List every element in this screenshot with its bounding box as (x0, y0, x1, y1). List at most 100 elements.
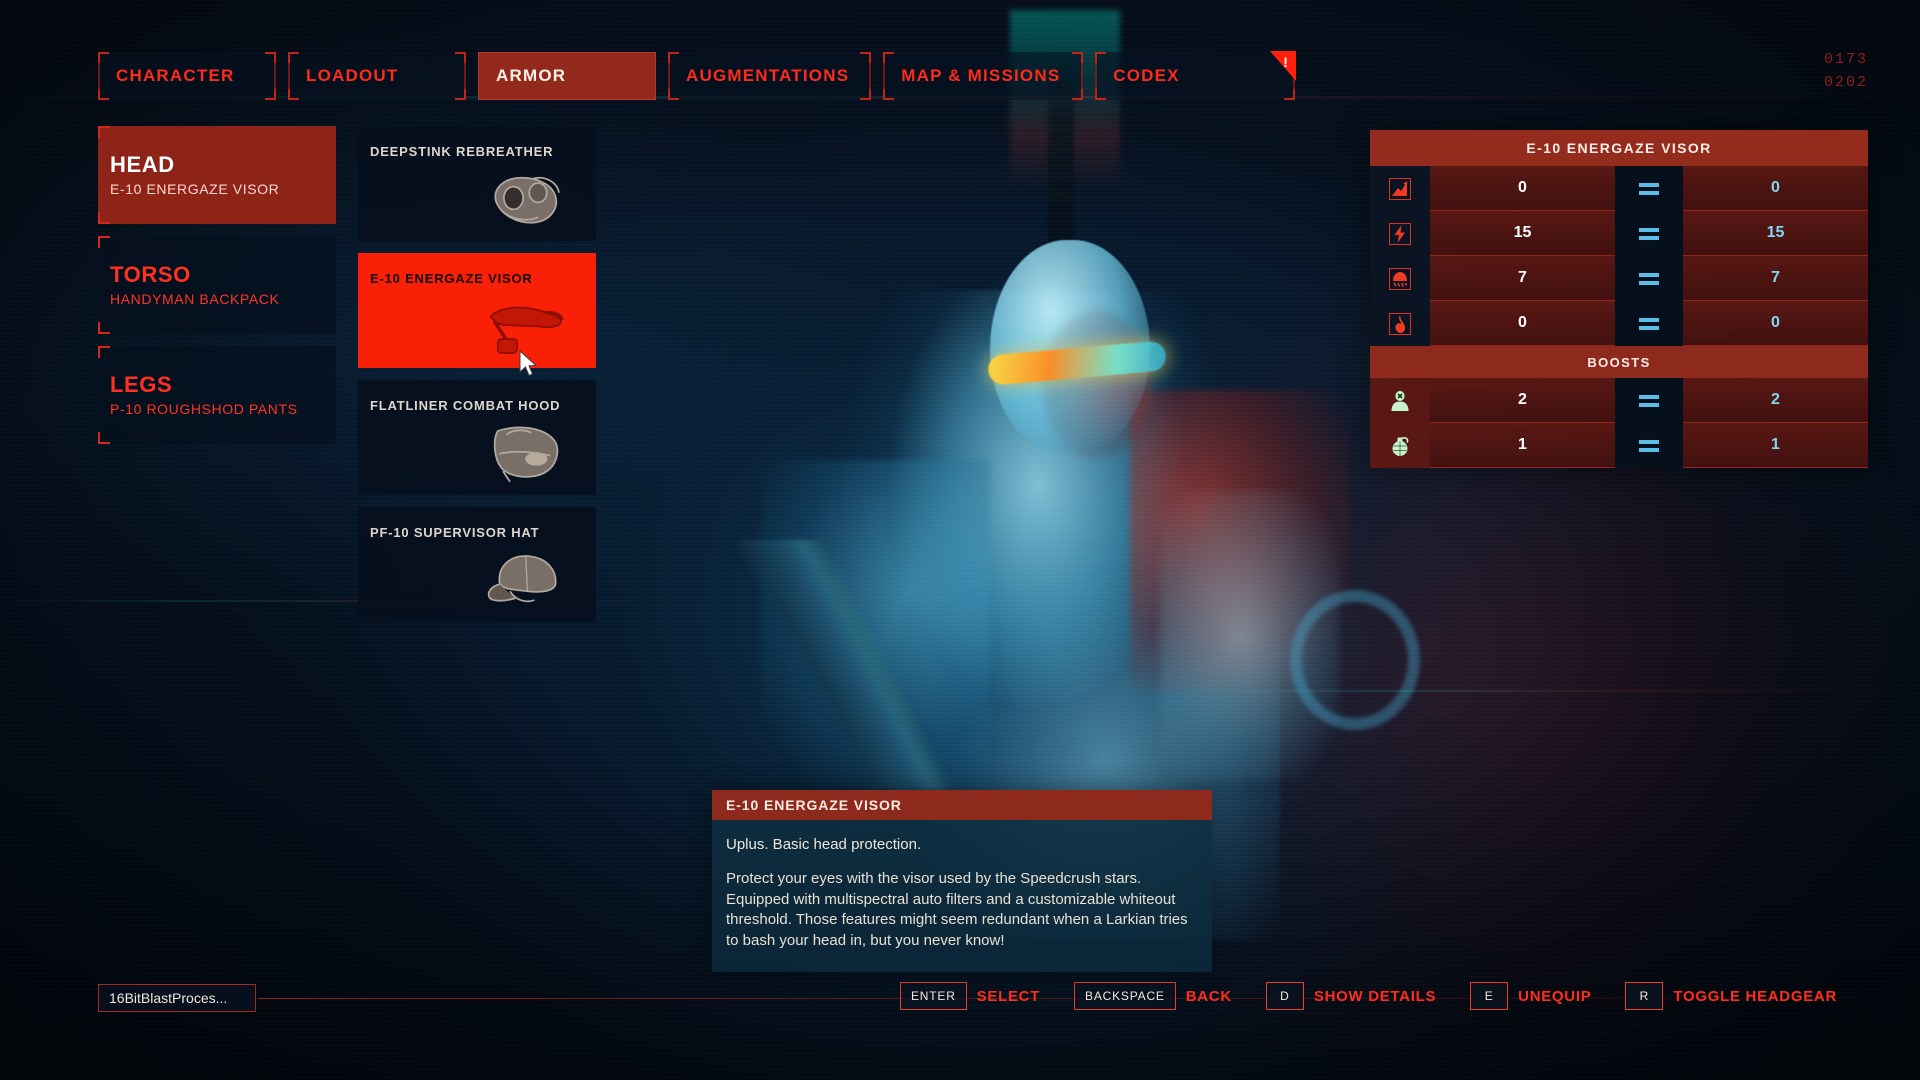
stat-value-current: 7 (1430, 256, 1615, 301)
stat-value-equipped: 0 (1683, 166, 1868, 211)
stats-rows: 0 0 15 15 7 7 0 0 BOOSTS 2 2 1 1 (1370, 166, 1868, 468)
stats-comparison-panel: E-10 ENERGAZE VISOR 0 0 15 15 7 7 0 0 BO… (1370, 130, 1868, 468)
slot-equipped-item: E-10 ENERGAZE VISOR (110, 181, 280, 198)
stats-panel-title: E-10 ENERGAZE VISOR (1370, 130, 1868, 166)
item-title: PF-10 SUPERVISOR HAT (370, 525, 540, 540)
stat-row-toxic: 7 7 (1370, 256, 1868, 301)
tab-augmentations[interactable]: AUGMENTATIONS (668, 52, 872, 100)
tab-armor[interactable]: ARMOR (478, 52, 656, 100)
profile-name: 16BitBlastProces... (109, 990, 228, 1006)
tab-character[interactable]: CHARACTER (98, 52, 276, 100)
keycap-backspace: BACKSPACE (1074, 982, 1176, 1010)
stat-value-equipped: 15 (1683, 211, 1868, 256)
tab-label: CHARACTER (116, 66, 235, 85)
profile-name-box[interactable]: 16BitBlastProces... (98, 984, 256, 1012)
armor-item-list: DEEPSTINK REBREATHER E-10 ENERGAZE VISOR… (358, 126, 596, 634)
anti-personnel-icon (1370, 378, 1430, 423)
boost-value-equipped: 2 (1683, 378, 1868, 423)
codex-alert-badge-icon: ! (1270, 51, 1297, 81)
hint-label: SHOW DETAILS (1313, 987, 1437, 1005)
slot-title: TORSO (110, 261, 191, 287)
tab-codex[interactable]: CODEX ! (1095, 51, 1297, 100)
stat-value-equipped: 0 (1683, 301, 1868, 346)
stat-row-electric: 15 15 (1370, 211, 1868, 256)
tab-map-and-missions[interactable]: MAP & MISSIONS (883, 52, 1084, 100)
keycap-d: D (1265, 982, 1304, 1010)
tab-label: CODEX (1113, 66, 1180, 85)
visor-icon (489, 306, 564, 354)
boosts-section-title: BOOSTS (1370, 346, 1868, 378)
footer-bar: 16BitBlastProces... ENTER SELECT BACKSPA… (0, 982, 1920, 1024)
hint-unequip[interactable]: E UNEQUIP (1470, 982, 1591, 1010)
electric-icon (1370, 211, 1430, 256)
item-detail-tooltip: E-10 ENERGAZE VISOR Uplus. Basic head pr… (712, 790, 1212, 972)
tab-loadout[interactable]: LOADOUT (288, 52, 466, 100)
item-card-deepstink-rebreather[interactable]: DEEPSTINK REBREATHER (358, 126, 596, 241)
item-title: FLATLINER COMBAT HOOD (370, 398, 561, 413)
hint-label: SELECT (976, 987, 1041, 1005)
counter-primary: 0173 (1823, 51, 1868, 68)
slot-title: LEGS (110, 371, 173, 397)
tooltip-description: Protect your eyes with the visor used by… (726, 870, 1188, 950)
slot-legs[interactable]: LEGS P-10 ROUGHSHOD PANTS (98, 346, 336, 444)
item-card-e10-energaze-visor[interactable]: E-10 ENERGAZE VISOR (358, 253, 596, 368)
stat-value-current: 0 (1430, 301, 1615, 346)
tab-label: LOADOUT (306, 66, 399, 85)
key-hint-list: ENTER SELECT BACKSPACE BACK D SHOW DETAI… (900, 982, 1871, 1010)
boost-value-current: 2 (1430, 378, 1615, 423)
keycap-e: E (1470, 982, 1509, 1010)
fire-icon (1370, 301, 1430, 346)
rebreather-icon (494, 176, 560, 224)
tab-label: MAP & MISSIONS (901, 66, 1061, 85)
hint-back[interactable]: BACKSPACE BACK (1074, 982, 1232, 1010)
hint-toggle-headgear[interactable]: R TOGGLE HEADGEAR (1625, 982, 1837, 1010)
hint-label: UNEQUIP (1518, 987, 1592, 1005)
equipment-slot-list: HEAD E-10 ENERGAZE VISOR TORSO HANDYMAN … (98, 126, 336, 456)
tooltip-title: E-10 ENERGAZE VISOR (712, 790, 1212, 820)
item-title: DEEPSTINK REBREATHER (370, 144, 554, 159)
item-card-flatliner-combat-hood[interactable]: FLATLINER COMBAT HOOD (358, 380, 596, 495)
hint-show-details[interactable]: D SHOW DETAILS (1265, 982, 1437, 1010)
stat-value-current: 0 (1430, 166, 1615, 211)
stat-comparison (1615, 166, 1683, 211)
slot-head[interactable]: HEAD E-10 ENERGAZE VISOR (98, 126, 336, 224)
ballistic-icon (1370, 166, 1430, 211)
stat-row-fire: 0 0 (1370, 301, 1868, 346)
main-tab-bar: CHARACTER LOADOUT ARMOR AUGMENTATIONS MA… (98, 51, 1307, 100)
hint-label: TOGGLE HEADGEAR (1673, 987, 1837, 1005)
badge-label: ! (1283, 54, 1290, 70)
boost-value-current: 1 (1430, 423, 1615, 468)
boost-row-grenade: 1 1 (1370, 423, 1868, 468)
hud-counters: 0173 0202 (1824, 48, 1868, 95)
stat-value-equipped: 7 (1683, 256, 1868, 301)
tooltip-summary: Uplus. Basic head protection. (726, 836, 922, 853)
boost-comparison (1615, 423, 1683, 468)
stat-value-current: 15 (1430, 211, 1615, 256)
item-card-pf10-supervisor-hat[interactable]: PF-10 SUPERVISOR HAT (358, 507, 596, 622)
counter-secondary: 0202 (1823, 74, 1868, 92)
item-title: E-10 ENERGAZE VISOR (370, 271, 533, 286)
boost-value-equipped: 1 (1683, 423, 1868, 468)
boost-comparison (1615, 378, 1683, 423)
grenade-icon (1370, 423, 1430, 468)
slot-title: HEAD (110, 151, 175, 177)
cap-icon (487, 555, 557, 603)
hint-label: BACK (1185, 987, 1232, 1005)
tab-label: ARMOR (496, 66, 567, 85)
tooltip-body: Uplus. Basic head protection. Protect yo… (712, 820, 1212, 972)
keycap-enter: ENTER (900, 982, 967, 1010)
slot-equipped-item: HANDYMAN BACKPACK (110, 291, 280, 308)
slot-equipped-item: P-10 ROUGHSHOD PANTS (110, 401, 298, 418)
stat-comparison (1615, 301, 1683, 346)
slot-torso[interactable]: TORSO HANDYMAN BACKPACK (98, 236, 336, 334)
stat-comparison (1615, 256, 1683, 301)
toxic-icon (1370, 256, 1430, 301)
armor-screen: CHARACTER LOADOUT ARMOR AUGMENTATIONS MA… (0, 0, 1920, 1080)
stat-row-ballistic: 0 0 (1370, 166, 1868, 211)
stat-comparison (1615, 211, 1683, 256)
keycap-r: R (1625, 982, 1664, 1010)
tab-label: AUGMENTATIONS (686, 66, 850, 85)
boost-row-anti-personnel: 2 2 (1370, 378, 1868, 423)
combat-hood-icon (493, 426, 559, 483)
hint-select[interactable]: ENTER SELECT (900, 982, 1040, 1010)
